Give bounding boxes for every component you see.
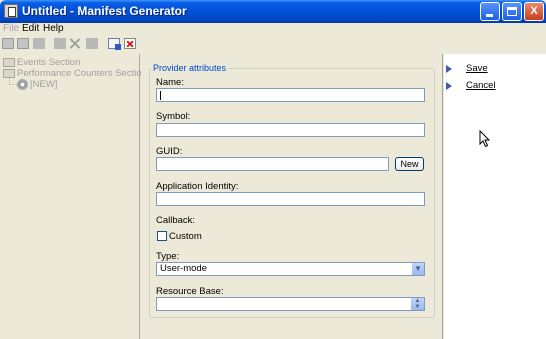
save-link[interactable]: Save — [466, 63, 488, 74]
custom-callback-checkbox[interactable] — [157, 231, 167, 241]
remove-icon[interactable] — [124, 38, 136, 49]
menu-edit[interactable]: Edit — [22, 23, 39, 35]
close-button[interactable]: X — [524, 2, 544, 21]
type-label: Type: — [156, 251, 180, 262]
menu-file[interactable]: File — [3, 23, 19, 35]
toolbar — [0, 35, 546, 53]
tree-item-events[interactable]: Events Section — [17, 57, 80, 68]
cancel-action-icon — [446, 82, 452, 90]
menu-help[interactable]: Help — [43, 23, 64, 35]
tree-item-new-provider[interactable]: [NEW] — [30, 79, 57, 90]
name-label: Name: — [156, 77, 184, 88]
provider-node-icon — [17, 79, 28, 90]
title-bar[interactable]: Untitled - Manifest Generator X — [0, 0, 546, 23]
type-selected-value: User-mode — [160, 263, 207, 274]
new-guid-button[interactable]: New — [395, 157, 424, 171]
type-select[interactable]: User-mode ▼ — [156, 262, 425, 276]
group-legend: Provider attributes — [151, 63, 229, 73]
resource-base-label: Resource Base: — [156, 286, 224, 297]
import-icon[interactable] — [108, 38, 121, 50]
resource-base-input[interactable]: ▲ ▼ — [156, 297, 425, 311]
maximize-icon — [507, 7, 517, 16]
minimize-icon — [486, 14, 493, 17]
open-icon[interactable] — [17, 38, 29, 49]
provider-form-panel: Provider attributes Name: Symbol: GUID: … — [141, 54, 443, 339]
window-title: Untitled - Manifest Generator — [22, 4, 187, 18]
save-action-icon — [446, 65, 452, 73]
custom-checkbox-label[interactable]: Custom — [169, 231, 202, 242]
cancel-link[interactable]: Cancel — [466, 80, 496, 91]
app-icon[interactable] — [4, 4, 18, 18]
app-identity-label: Application Identity: — [156, 181, 239, 192]
guid-label: GUID: — [156, 146, 183, 157]
save-icon[interactable] — [33, 38, 45, 49]
menu-bar: File Edit Help — [0, 23, 546, 35]
undo-icon[interactable] — [86, 38, 98, 49]
folder-icon — [3, 58, 15, 67]
delete-icon[interactable] — [69, 38, 81, 49]
name-input[interactable] — [156, 88, 425, 102]
symbol-label: Symbol: — [156, 111, 191, 122]
actions-panel: Save Cancel — [444, 54, 546, 339]
maximize-button[interactable] — [502, 2, 522, 21]
tree-item-performance-counters[interactable]: Performance Counters Section — [17, 68, 147, 79]
new-icon[interactable] — [2, 38, 14, 49]
cut-icon[interactable] — [54, 38, 66, 49]
tree-connector — [9, 84, 17, 85]
spinner-icon[interactable]: ▲ ▼ — [411, 298, 424, 310]
symbol-input[interactable] — [156, 123, 425, 137]
callback-label: Callback: — [156, 215, 196, 226]
text-caret — [160, 91, 161, 100]
guid-input[interactable] — [156, 157, 389, 171]
tree-panel: Events Section Performance Counters Sect… — [0, 54, 147, 339]
app-identity-input[interactable] — [156, 192, 425, 206]
mouse-cursor-icon — [479, 130, 491, 148]
chevron-down-icon[interactable]: ▼ — [411, 263, 424, 275]
minimize-button[interactable] — [480, 2, 500, 21]
folder-icon — [3, 69, 15, 78]
